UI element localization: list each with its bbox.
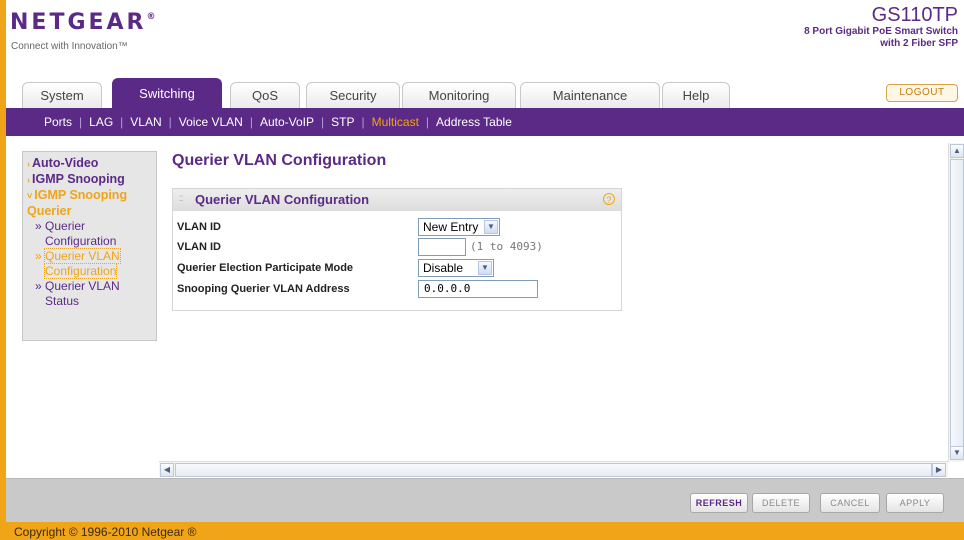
sidebar-item-igmp-snooping-querier[interactable]: ˅ IGMP Snooping Querier	[23, 188, 156, 219]
tab-qos[interactable]: QoS	[230, 82, 300, 108]
chevron-right-icon: ›	[27, 175, 30, 185]
subnav-ports[interactable]: Ports	[44, 115, 72, 129]
model-desc-1: 8 Port Gigabit PoE Smart Switch	[804, 26, 958, 37]
header: NETGEAR® Connect with Innovation™ GS110T…	[6, 0, 964, 78]
action-bar: REFRESH DELETE CANCEL APPLY	[6, 478, 964, 522]
netgear-logo: NETGEAR®	[10, 10, 156, 35]
chevron-right-icon: ›	[27, 159, 30, 169]
apply-button[interactable]: APPLY	[886, 493, 944, 513]
sidebar-item-auto-video[interactable]: › Auto-Video	[23, 156, 156, 172]
election-mode-label: Querier Election Participate Mode	[177, 262, 354, 274]
tab-maintenance[interactable]: Maintenance	[520, 82, 660, 108]
model-desc-2: with 2 Fiber SFP	[880, 38, 958, 49]
scroll-down-icon[interactable]: ▼	[950, 446, 964, 460]
tab-switching[interactable]: Switching	[112, 78, 222, 108]
subnav-multicast[interactable]: Multicast	[372, 115, 419, 129]
vlan-id-input[interactable]	[418, 238, 466, 256]
copyright-text: Copyright © 1996-2010 Netgear ®	[14, 525, 197, 539]
scroll-left-icon[interactable]: ◀	[160, 463, 174, 477]
vlan-id-input-label: VLAN ID	[177, 241, 221, 253]
sidebar-item-querier-vlan-configuration[interactable]: » Querier VLAN Configuration	[23, 248, 156, 279]
tab-system[interactable]: System	[22, 82, 102, 108]
refresh-button[interactable]: REFRESH	[690, 493, 748, 513]
panel-title: Querier VLAN Configuration	[195, 192, 370, 207]
page-title: Querier VLAN Configuration	[172, 152, 387, 169]
model-info: GS110TP 8 Port Gigabit PoE Smart Switch …	[804, 4, 958, 50]
scroll-up-icon[interactable]: ▲	[950, 144, 964, 158]
subnav-separator: |	[361, 115, 365, 129]
sidebar-item-querier-configuration[interactable]: » Querier Configuration	[23, 219, 156, 249]
logout-button[interactable]: LOGOUT	[886, 84, 958, 102]
sidebar: › Auto-Video › IGMP Snooping ˅ IGMP Snoopin…	[22, 151, 157, 341]
tab-help[interactable]: Help	[662, 82, 730, 108]
config-panel: :: Querier VLAN Configuration ? VLAN ID …	[172, 188, 622, 311]
horizontal-scrollbar[interactable]: ◀ ▶	[159, 461, 948, 477]
subnav-lag[interactable]: LAG	[89, 115, 113, 129]
subnav-separator: |	[249, 115, 253, 129]
cancel-button[interactable]: CANCEL	[820, 493, 880, 513]
scroll-right-icon[interactable]: ▶	[932, 463, 946, 477]
vlan-id-range-hint: (1 to 4093)	[470, 240, 543, 253]
delete-button[interactable]: DELETE	[752, 493, 810, 513]
footer: Copyright © 1996-2010 Netgear ®	[6, 522, 964, 540]
querier-address-input[interactable]: 0.0.0.0	[418, 280, 538, 298]
subnav-separator: |	[120, 115, 124, 129]
model-name: GS110TP	[871, 4, 958, 26]
subnav-separator: |	[425, 115, 430, 129]
subnav-separator: |	[320, 115, 325, 129]
subnav-separator: |	[79, 115, 83, 129]
querier-address-label: Snooping Querier VLAN Address	[177, 283, 350, 295]
subnav-address-table[interactable]: Address Table	[436, 115, 512, 129]
subnav-separator: |	[168, 115, 172, 129]
sub-bullet-icon: »	[35, 249, 42, 263]
tagline: Connect with Innovation™	[11, 41, 128, 52]
sidebar-item-igmp-snooping[interactable]: › IGMP Snooping	[23, 172, 156, 188]
vertical-scrollbar[interactable]: ▲ ▼	[948, 143, 964, 462]
vlan-id-select-label: VLAN ID	[177, 221, 221, 233]
subnav-auto-voip[interactable]: Auto-VoIP	[260, 115, 314, 129]
chevron-down-icon: ˅	[27, 191, 33, 201]
election-mode-select[interactable]: Disable ▼	[418, 259, 494, 277]
sub-navigation: Ports | LAG | VLAN | Voice VLAN | Auto-VoIP | STP |…	[6, 108, 964, 136]
main-tabs: System Switching QoS Security Monitoring…	[6, 78, 964, 108]
horizontal-scroll-thumb[interactable]	[175, 463, 932, 477]
vlan-id-select[interactable]: New Entry ▼	[418, 218, 500, 236]
sidebar-item-querier-vlan-status[interactable]: » Querier VLAN Status	[23, 279, 156, 309]
tab-monitoring[interactable]: Monitoring	[402, 82, 516, 108]
panel-header: :: Querier VLAN Configuration ?	[173, 189, 621, 211]
chevron-down-icon[interactable]: ▼	[484, 220, 498, 234]
sub-bullet-icon: »	[35, 279, 42, 293]
help-icon[interactable]: ?	[603, 193, 615, 205]
subnav-voice-vlan[interactable]: Voice VLAN	[179, 115, 243, 129]
chevron-down-icon[interactable]: ▼	[478, 261, 492, 275]
subnav-vlan[interactable]: VLAN	[130, 115, 161, 129]
tab-security[interactable]: Security	[306, 82, 400, 108]
subnav-stp[interactable]: STP	[331, 115, 354, 129]
grip-icon: ::	[179, 193, 183, 204]
vertical-scroll-thumb[interactable]	[950, 159, 964, 449]
sub-bullet-icon: »	[35, 219, 42, 233]
